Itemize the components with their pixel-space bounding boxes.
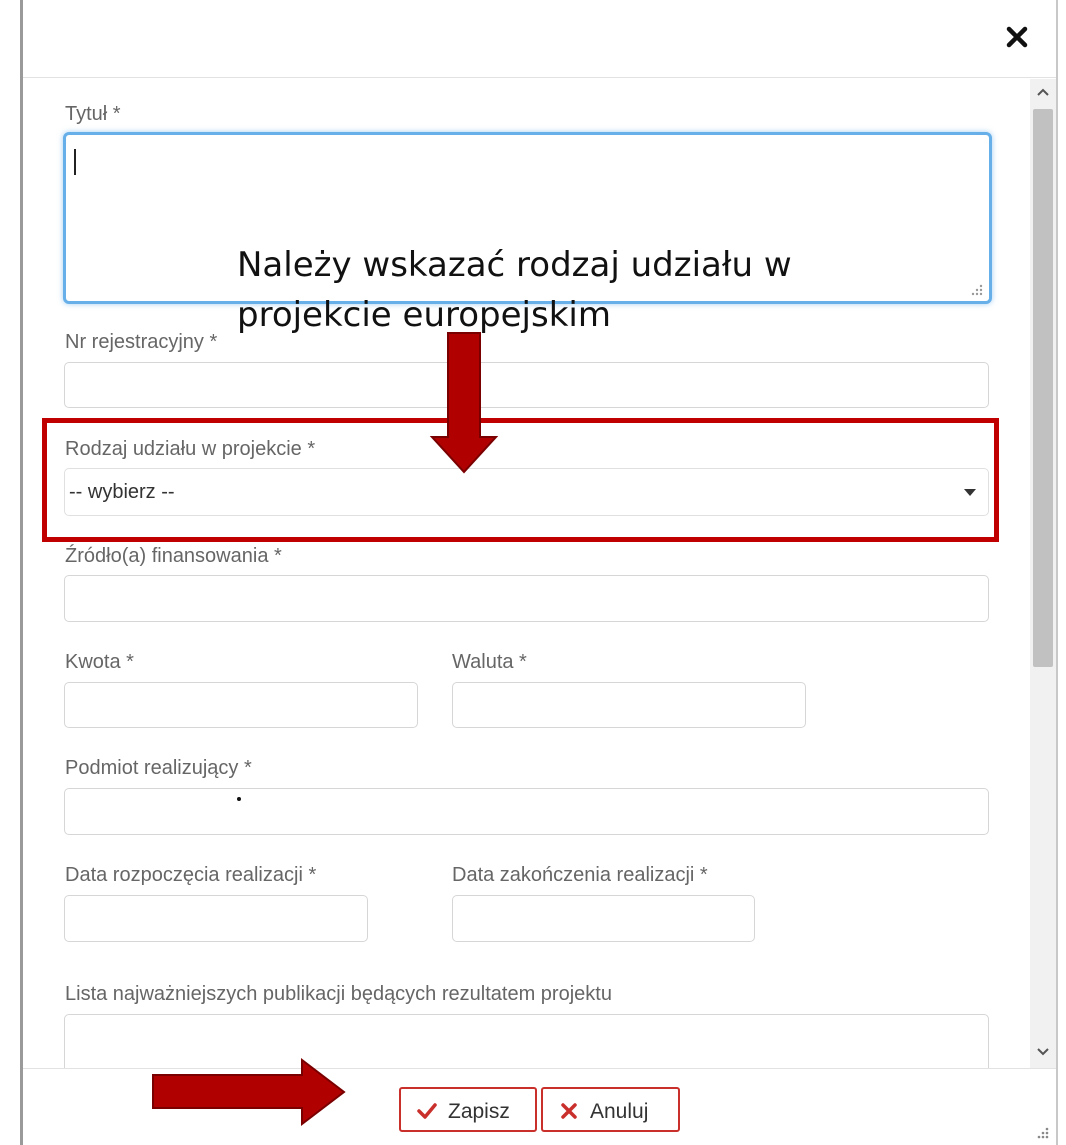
title-label: Tytuł * [65,103,121,125]
close-button[interactable] [1004,24,1030,50]
resize-grip-icon[interactable] [1035,1125,1049,1139]
publications-label: Lista najważniejszych publikacji będącyc… [65,983,612,1005]
entity-input[interactable] [64,788,989,835]
annotation-line-2: projekcie europejskim [237,295,611,335]
annotation-line-1: Należy wskazać rodzaj udziału w [237,245,792,285]
save-button[interactable]: Zapisz [399,1087,537,1132]
scroll-up-button[interactable] [1030,79,1056,105]
start-date-label: Data rozpoczęcia realizacji * [65,864,317,886]
text-caret [74,149,76,175]
funding-input[interactable] [64,575,989,622]
end-date-input[interactable] [452,895,755,942]
cancel-button-label: Anuluj [590,1100,649,1123]
currency-input[interactable] [452,682,806,728]
x-icon [561,1103,577,1119]
scroll-thumb[interactable] [1033,109,1053,667]
scrollbar[interactable] [1030,79,1056,1068]
publications-textarea[interactable] [64,1014,989,1068]
save-button-label: Zapisz [448,1100,510,1123]
resize-grip-icon[interactable] [971,284,983,296]
entity-label: Podmiot realizujący * [65,757,252,779]
scroll-down-button[interactable] [1030,1039,1056,1065]
cancel-button[interactable]: Anuluj [541,1087,680,1132]
end-date-label: Data zakończenia realizacji * [452,864,708,886]
amount-input[interactable] [64,682,418,728]
funding-label: Źródło(a) finansowania * [65,545,282,567]
currency-label: Waluta * [452,651,527,673]
start-date-input[interactable] [64,895,368,942]
reg-number-input[interactable] [64,362,989,408]
chevron-down-icon [1037,1048,1049,1056]
reg-number-label: Nr rejestracyjny * [65,331,218,353]
modal-footer: Zapisz Anuluj [23,1068,1056,1145]
check-icon [417,1103,437,1119]
modal-header [23,0,1056,78]
window-right-edge [1056,0,1058,1145]
close-icon [1006,26,1028,48]
modal-body: Tytuł * Nr rejestracyjny * Rodzaj udział… [23,79,1030,1068]
stray-dot [237,797,241,801]
annotation-text: Należy wskazać rodzaj udziału w projekci… [237,240,877,340]
chevron-up-icon [1037,88,1049,96]
annotation-highlight-box [42,418,999,542]
amount-label: Kwota * [65,651,134,673]
